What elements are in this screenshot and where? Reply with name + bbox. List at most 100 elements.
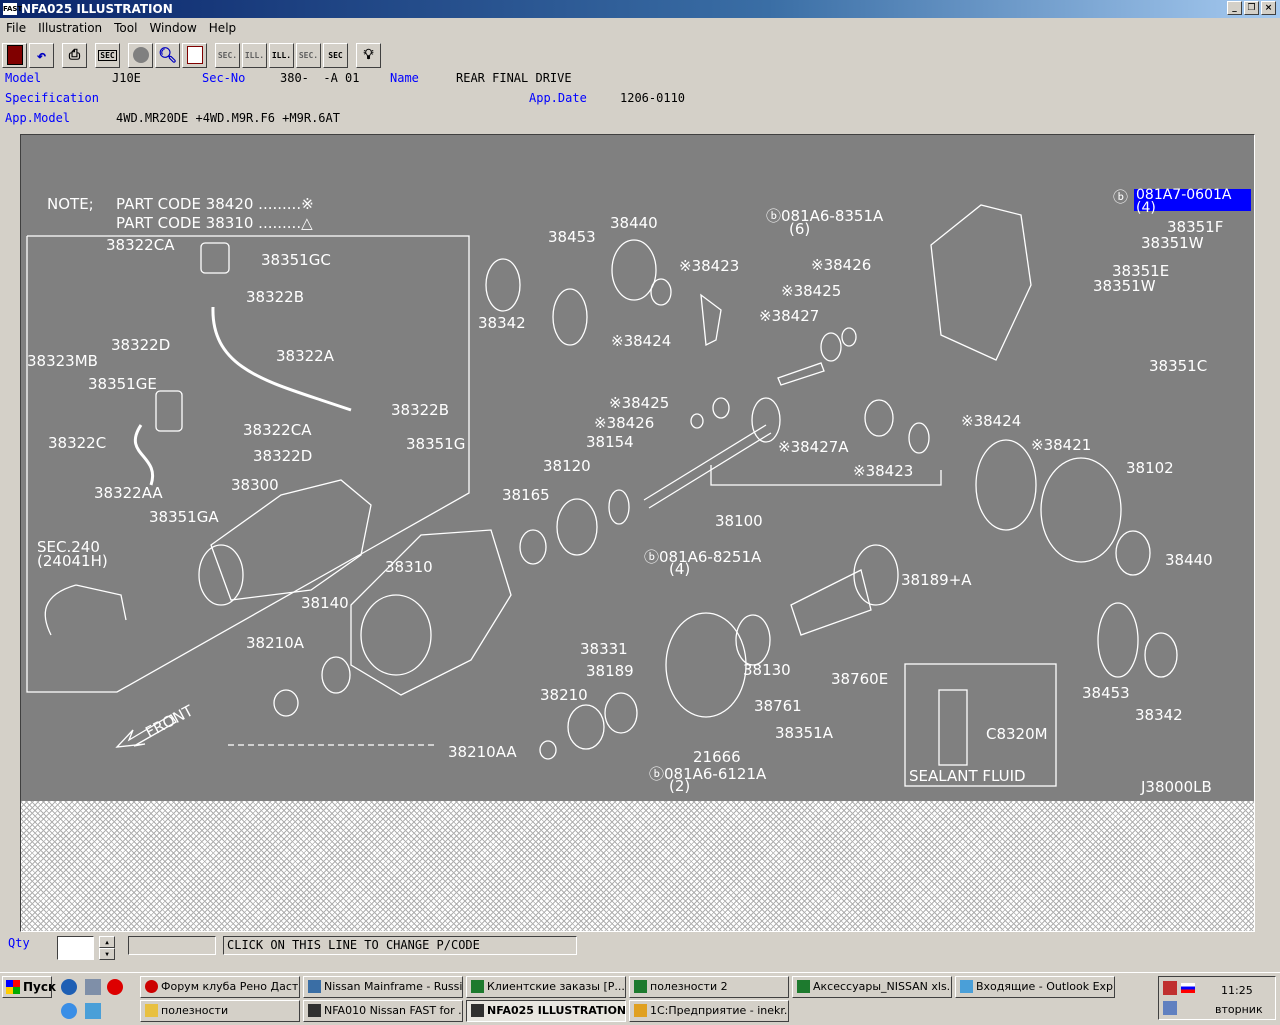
desktop-icon[interactable] xyxy=(85,979,101,995)
part-label[interactable]: ※38427 xyxy=(759,307,819,325)
print-button[interactable]: ⎙ xyxy=(62,42,87,68)
part-label[interactable]: ⓑ081A6-6121A xyxy=(649,765,767,783)
menu-illustration[interactable]: Illustration xyxy=(32,21,108,35)
part-label[interactable]: 38130 xyxy=(743,661,791,679)
start-button[interactable]: Пуск xyxy=(2,976,56,998)
zoom-button[interactable]: 🔍︎ xyxy=(155,42,180,68)
ie-icon-2[interactable] xyxy=(61,1003,77,1019)
part-label[interactable]: 38351GC xyxy=(261,251,331,269)
part-label[interactable]: 38322D xyxy=(253,447,312,465)
taskbar-item[interactable]: полезности xyxy=(140,1000,300,1022)
part-label[interactable]: (2) xyxy=(669,777,690,795)
part-label[interactable]: 38453 xyxy=(1082,684,1130,702)
circle-button[interactable] xyxy=(128,42,153,68)
part-label[interactable]: ※38424 xyxy=(611,332,671,350)
network-icon[interactable] xyxy=(1163,1001,1177,1015)
part-label[interactable]: 38120 xyxy=(543,457,591,475)
taskbar-item[interactable]: Аксессуары_NISSAN xls... xyxy=(792,976,952,998)
next-section-button[interactable]: SEC. xyxy=(296,42,321,68)
part-label[interactable]: (6) xyxy=(789,220,810,238)
part-label[interactable]: 38100 xyxy=(715,512,763,530)
part-label[interactable]: 38322B xyxy=(246,288,304,306)
exit-button[interactable] xyxy=(2,42,27,68)
prev-section-button[interactable]: SEC. xyxy=(215,42,240,68)
part-label[interactable]: 38351G xyxy=(406,435,465,453)
part-label[interactable]: 38210A xyxy=(246,634,305,652)
part-label[interactable]: 38210AA xyxy=(448,743,517,761)
part-label[interactable]: 38322B xyxy=(391,401,449,419)
part-label[interactable]: 38322AA xyxy=(94,484,163,502)
part-label[interactable]: 38351GA xyxy=(149,508,219,526)
restore-button[interactable]: ❐ xyxy=(1244,1,1259,15)
part-label[interactable]: 38342 xyxy=(478,314,526,332)
illustration-panel[interactable]: NOTE; PART CODE 38420 .........※ PART CO… xyxy=(20,134,1255,932)
qty-down-button[interactable]: ▼ xyxy=(99,948,115,960)
part-label[interactable]: 38331 xyxy=(580,640,628,658)
qty-input[interactable] xyxy=(57,936,94,960)
part-label[interactable]: 38165 xyxy=(502,486,550,504)
taskbar-item-active[interactable]: NFA025 ILLUSTRATION xyxy=(466,1000,626,1022)
part-label[interactable]: 38440 xyxy=(1165,551,1213,569)
outlook-icon[interactable] xyxy=(85,1003,101,1019)
part-label[interactable]: ⓑ xyxy=(1113,188,1128,206)
menu-help[interactable]: Help xyxy=(203,21,242,35)
part-label[interactable]: ※38425 xyxy=(781,282,841,300)
part-label[interactable]: 38322C xyxy=(48,434,106,452)
part-code-field[interactable] xyxy=(128,936,216,955)
menu-tool[interactable]: Tool xyxy=(108,21,143,35)
clock[interactable]: 11:25 xyxy=(1221,984,1253,997)
taskbar-item[interactable]: Форум клуба Рено Даст... xyxy=(140,976,300,998)
part-label[interactable]: ※38423 xyxy=(679,257,739,275)
ie-icon[interactable] xyxy=(61,979,77,995)
part-label[interactable]: 38351C xyxy=(1149,357,1207,375)
part-label[interactable]: 38342 xyxy=(1135,706,1183,724)
part-label[interactable]: 38210 xyxy=(540,686,588,704)
menu-file[interactable]: File xyxy=(0,21,32,35)
part-label[interactable]: (4) xyxy=(669,560,690,578)
menu-window[interactable]: Window xyxy=(143,21,202,35)
book-button[interactable] xyxy=(182,42,207,68)
section-jump-button[interactable]: SEC xyxy=(323,42,348,68)
taskbar-item[interactable]: Входящие - Outlook Exp... xyxy=(955,976,1115,998)
exploded-diagram[interactable]: NOTE; PART CODE 38420 .........※ PART CO… xyxy=(21,135,1254,801)
undo-button[interactable]: ↶ xyxy=(29,42,54,68)
part-label[interactable]: 38351W xyxy=(1141,234,1204,252)
part-label[interactable]: 38140 xyxy=(301,594,349,612)
part-label[interactable]: ⓑ081A6-8251A xyxy=(644,548,762,566)
part-label[interactable]: ※38426 xyxy=(594,414,654,432)
part-label[interactable]: 21666 xyxy=(693,748,741,766)
part-label[interactable]: 38760E xyxy=(831,670,888,688)
help-button[interactable]: 💡︎ xyxy=(356,42,381,68)
qty-stepper[interactable]: ▲ ▼ xyxy=(99,936,115,960)
qty-up-button[interactable]: ▲ xyxy=(99,936,115,948)
part-label[interactable]: ※38426 xyxy=(811,256,871,274)
part-label[interactable]: 38154 xyxy=(586,433,634,451)
sealant-part[interactable]: C8320M xyxy=(986,725,1048,743)
part-label[interactable]: 38351GE xyxy=(88,375,157,393)
taskbar-item[interactable]: Клиентские заказы [Р... xyxy=(466,976,626,998)
part-label[interactable]: ⓑ081A6-8351A xyxy=(766,207,884,225)
taskbar-item[interactable]: Nissan Mainframe - Russi... xyxy=(303,976,463,998)
prev-illustration-button[interactable]: ILL. xyxy=(242,42,267,68)
opera-icon[interactable] xyxy=(107,979,123,995)
close-button[interactable]: × xyxy=(1261,1,1276,15)
part-label[interactable]: 38189+A xyxy=(901,571,972,589)
part-label[interactable]: ※38421 xyxy=(1031,436,1091,454)
part-label[interactable]: ※38427A xyxy=(778,438,849,456)
part-label[interactable]: 38322D xyxy=(111,336,170,354)
minimize-button[interactable]: _ xyxy=(1227,1,1242,15)
part-label[interactable]: 38102 xyxy=(1126,459,1174,477)
selected-part-highlight[interactable]: 081A7-0601A (4) xyxy=(1134,188,1251,215)
section-button[interactable]: SEC xyxy=(95,42,120,68)
part-label[interactable]: 38761 xyxy=(754,697,802,715)
change-pcode-line[interactable]: CLICK ON THIS LINE TO CHANGE P/CODE xyxy=(223,936,577,955)
part-label[interactable]: 38351A xyxy=(775,724,834,742)
part-label[interactable]: 38310 xyxy=(385,558,433,576)
part-label[interactable]: ※38425 xyxy=(609,394,669,412)
part-label[interactable]: 38300 xyxy=(231,476,279,494)
part-label[interactable]: ※38424 xyxy=(961,412,1021,430)
part-label[interactable]: ※38423 xyxy=(853,462,913,480)
language-flag-icon[interactable] xyxy=(1181,983,1195,993)
taskbar-item[interactable]: 1С:Предприятие - inekr... xyxy=(629,1000,789,1022)
taskbar-item[interactable]: полезности 2 xyxy=(629,976,789,998)
